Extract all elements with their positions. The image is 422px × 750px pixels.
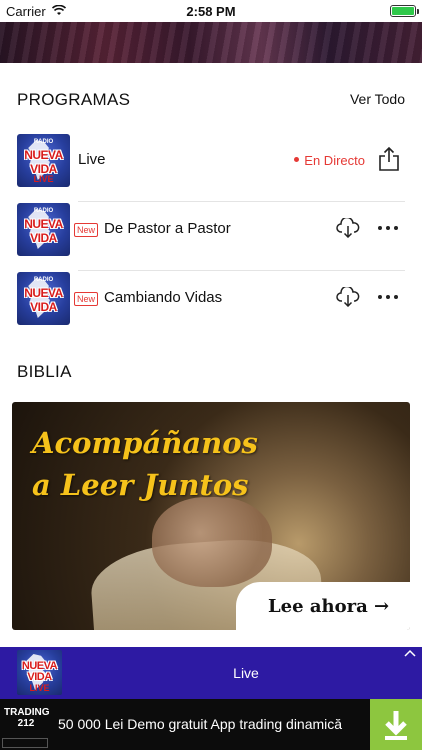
logo-radio-text: RADIO bbox=[33, 277, 54, 283]
program-thumbnail: RADIO NUEVA VIDA bbox=[17, 272, 70, 325]
row-divider bbox=[78, 270, 405, 271]
bible-reading-banner[interactable]: Acompáñanos a Leer Juntos Lee ahora → bbox=[12, 402, 410, 630]
live-dot-icon bbox=[294, 157, 300, 163]
logo-radio-text: RADIO bbox=[33, 139, 54, 145]
live-status-label: En Directo bbox=[304, 153, 365, 168]
logo-line1: NUEVA bbox=[24, 286, 63, 300]
cloud-download-icon[interactable] bbox=[336, 218, 360, 238]
logo-line1: NUEVA bbox=[24, 148, 63, 162]
program-row-cambiando-vidas[interactable]: RADIO NUEVA VIDA New Cambiando Vidas bbox=[17, 272, 405, 340]
programs-section-title: PROGRAMAS bbox=[17, 90, 131, 109]
mini-player[interactable]: NUEVA VIDA LIVE Live bbox=[0, 647, 422, 699]
player-title: Live bbox=[233, 665, 259, 681]
download-arrow-icon bbox=[385, 711, 407, 740]
program-row-live[interactable]: RADIO NUEVA VIDA LIVE Live En Directo bbox=[17, 134, 405, 202]
ad-logo-line1: TRADING bbox=[4, 707, 50, 718]
bible-section-title: BIBLIA bbox=[17, 362, 72, 381]
logo-line1: NUEVA bbox=[24, 217, 63, 231]
logo-line2: VIDA bbox=[30, 300, 57, 314]
program-thumbnail: RADIO NUEVA VIDA LIVE bbox=[17, 134, 70, 187]
ad-logo-line2: 212 bbox=[17, 718, 35, 729]
hero-banner[interactable] bbox=[0, 22, 422, 63]
status-bar: Carrier 2:58 PM bbox=[0, 0, 422, 22]
logo-line2: VIDA bbox=[30, 231, 57, 245]
logo-radio-text: RADIO bbox=[33, 208, 54, 214]
program-title: Cambiando Vidas bbox=[104, 289, 223, 306]
status-time: 2:58 PM bbox=[186, 4, 236, 19]
new-badge: New bbox=[74, 223, 99, 237]
see-all-link[interactable]: Ver Todo bbox=[350, 91, 405, 107]
ad-text: 50 000 Lei Demo gratuit App trading dina… bbox=[58, 716, 343, 732]
ad-banner[interactable]: TRADING 212 50 000 Lei Demo gratuit App … bbox=[0, 699, 422, 750]
battery-icon bbox=[390, 5, 419, 17]
read-now-button[interactable]: Lee ahora → bbox=[236, 582, 410, 630]
new-badge: New bbox=[74, 292, 99, 306]
logo-live-tag: LIVE bbox=[33, 174, 54, 184]
more-options-icon[interactable] bbox=[377, 218, 399, 238]
more-options-icon[interactable] bbox=[377, 287, 399, 307]
program-title: Live bbox=[78, 151, 106, 168]
ad-download-button[interactable] bbox=[370, 699, 422, 750]
program-row-de-pastor[interactable]: RADIO NUEVA VIDA New De Pastor a Pastor bbox=[17, 203, 405, 271]
share-icon[interactable] bbox=[377, 146, 401, 172]
logo-live-tag: LIVE bbox=[29, 683, 50, 693]
battery-level bbox=[392, 7, 414, 15]
ad-logo: TRADING 212 bbox=[4, 707, 50, 729]
program-title: De Pastor a Pastor bbox=[104, 220, 231, 237]
cloud-download-icon[interactable] bbox=[336, 287, 360, 307]
banner-headline: Acompáñanos a Leer Juntos bbox=[32, 422, 258, 506]
ad-choices-icon[interactable] bbox=[2, 738, 48, 748]
row-divider bbox=[78, 201, 405, 202]
headline-line1: Acompáñanos bbox=[32, 426, 258, 460]
headline-line2: a Leer Juntos bbox=[32, 468, 249, 502]
chevron-up-icon[interactable] bbox=[404, 649, 416, 657]
program-thumbnail: RADIO NUEVA VIDA bbox=[17, 203, 70, 256]
praying-hands-graphic bbox=[152, 497, 272, 587]
live-status: En Directo bbox=[294, 153, 365, 168]
